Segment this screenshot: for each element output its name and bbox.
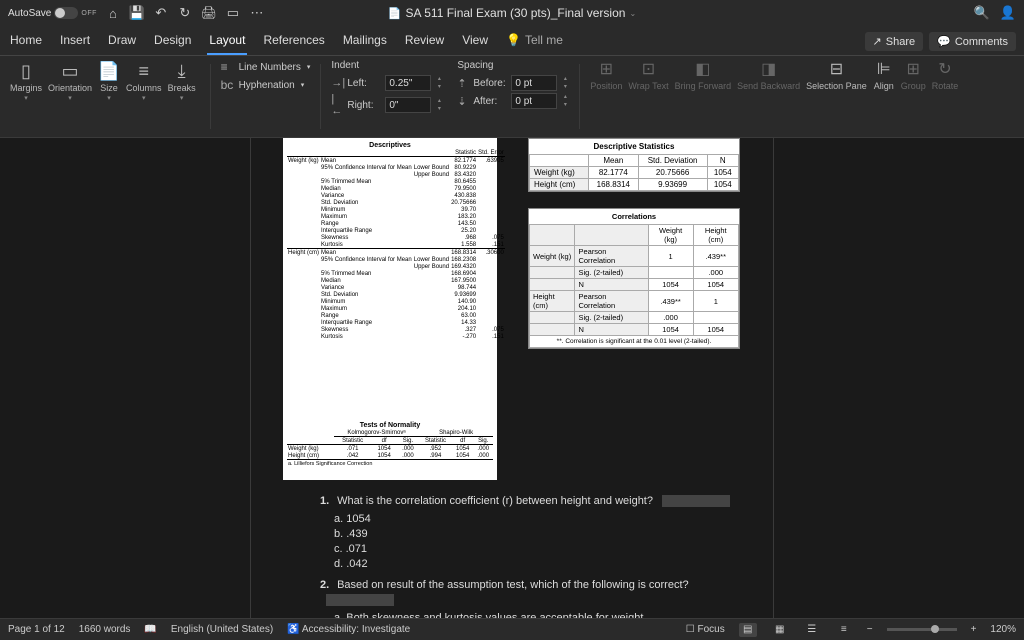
focus-mode[interactable]: ☐ Focus <box>686 624 725 635</box>
margins-icon: ▯ <box>15 60 37 82</box>
group-icon: ⊞ <box>902 58 924 80</box>
line-numbers-button[interactable]: ≡Line Numbers▾ <box>221 60 311 74</box>
ribbon: ▯Margins▾ ▭Orientation▾ 📄Size▾ ≡Columns▾… <box>0 56 1024 138</box>
tab-references[interactable]: References <box>261 27 326 55</box>
spacing-after-icon: ⇣ <box>457 95 469 108</box>
tell-me[interactable]: 💡Tell me <box>504 27 565 55</box>
spacing-before-icon: ⇡ <box>457 77 469 90</box>
rotate-icon: ↻ <box>934 58 956 80</box>
tab-draw[interactable]: Draw <box>106 27 138 55</box>
account-icon[interactable]: 👤 <box>1000 5 1016 21</box>
indent-right-input[interactable]: 0" <box>385 97 431 113</box>
document-canvas[interactable]: Descriptives StatisticStd. ErrorWeight (… <box>0 138 1024 618</box>
more-icon[interactable]: ⋯ <box>249 5 265 21</box>
template-icon[interactable]: ▭ <box>225 5 241 21</box>
selection-pane-button[interactable]: ⊟Selection Pane <box>806 58 867 135</box>
indent-left-stepper[interactable]: ▴▾ <box>435 75 443 91</box>
breaks-icon: ⤓ <box>171 60 193 82</box>
columns-button[interactable]: ≡Columns▾ <box>126 60 162 102</box>
print-layout-view[interactable]: ▤ <box>739 623 757 637</box>
margins-button[interactable]: ▯Margins▾ <box>10 60 42 102</box>
autosave-toggle[interactable]: AutoSave OFF <box>8 7 97 19</box>
selection-pane-icon: ⊟ <box>825 58 847 80</box>
descriptive-stats-table: Descriptive Statistics MeanStd. Deviatio… <box>528 138 740 192</box>
spacing-after-stepper[interactable]: ▴▾ <box>561 93 569 109</box>
position-button: ⊞Position <box>590 58 622 135</box>
tab-layout[interactable]: Layout <box>207 27 247 55</box>
bring-forward-button: ◧Bring Forward <box>675 58 732 135</box>
comments-button[interactable]: 💬Comments <box>929 32 1016 51</box>
size-button[interactable]: 📄Size▾ <box>98 60 120 102</box>
spellcheck-icon[interactable]: 📖 <box>144 624 156 635</box>
rotate-button: ↻Rotate <box>932 58 959 135</box>
spacing-after-input[interactable]: 0 pt <box>511 93 557 109</box>
comment-icon: 💬 <box>937 35 951 48</box>
redo-icon[interactable]: ↻ <box>177 5 193 21</box>
line-numbers-icon: ≡ <box>221 60 235 74</box>
print-icon[interactable]: 🖨 <box>201 5 217 21</box>
language-indicator[interactable]: English (United States) <box>171 624 273 635</box>
page-indicator[interactable]: Page 1 of 12 <box>8 624 65 635</box>
tab-view[interactable]: View <box>460 27 490 55</box>
undo-icon[interactable]: ↶ <box>153 5 169 21</box>
document-icon <box>388 6 402 20</box>
backward-icon: ◨ <box>758 58 780 80</box>
correlations-table: Correlations Weight (kg)Height (cm)Weigh… <box>528 208 740 349</box>
search-icon[interactable]: 🔍 <box>974 5 990 21</box>
orientation-button[interactable]: ▭Orientation▾ <box>48 60 92 102</box>
web-layout-view[interactable]: ▦ <box>771 623 789 637</box>
zoom-level[interactable]: 120% <box>990 624 1016 635</box>
tab-design[interactable]: Design <box>152 27 193 55</box>
align-icon: ⊫ <box>873 58 895 80</box>
tab-mailings[interactable]: Mailings <box>341 27 389 55</box>
share-button[interactable]: ↗Share <box>865 32 924 51</box>
hyphenation-button[interactable]: bcHyphenation▾ <box>221 78 311 92</box>
columns-icon: ≡ <box>133 60 155 82</box>
wrap-text-button: ⊡Wrap Text <box>628 58 668 135</box>
align-button[interactable]: ⊫Align <box>873 58 895 135</box>
zoom-in[interactable]: + <box>971 624 977 635</box>
group-button: ⊞Group <box>901 58 926 135</box>
hyphenation-icon: bc <box>221 78 235 92</box>
save-icon[interactable]: 💾 <box>129 5 145 21</box>
tab-insert[interactable]: Insert <box>58 27 92 55</box>
answer-box-2[interactable] <box>326 594 394 606</box>
word-count[interactable]: 1660 words <box>79 624 131 635</box>
size-icon: 📄 <box>98 60 120 82</box>
spacing-before-input[interactable]: 0 pt <box>511 75 557 91</box>
spacing-before-stepper[interactable]: ▴▾ <box>561 75 569 91</box>
tab-home[interactable]: Home <box>8 27 44 55</box>
outline-view[interactable]: ☰ <box>803 623 821 637</box>
tab-review[interactable]: Review <box>403 27 446 55</box>
send-backward-button: ◨Send Backward <box>737 58 800 135</box>
answer-box-1[interactable] <box>662 495 730 507</box>
title-bar: AutoSave OFF ⌂ 💾 ↶ ↻ 🖨 ▭ ⋯ SA 511 Final … <box>0 0 1024 26</box>
position-icon: ⊞ <box>595 58 617 80</box>
spacing-group: Spacing ⇡Before:0 pt▴▾ ⇣After:0 pt▴▾ <box>457 60 569 135</box>
wrap-icon: ⊡ <box>637 58 659 80</box>
indent-right-stepper[interactable]: ▴▾ <box>435 97 443 113</box>
draft-view[interactable]: ≡ <box>835 623 853 637</box>
question-2: 2. Based on result of the assumption tes… <box>320 578 760 618</box>
orientation-icon: ▭ <box>59 60 81 82</box>
lightbulb-icon: 💡 <box>506 33 521 47</box>
zoom-out[interactable]: − <box>867 624 873 635</box>
exam-questions: 1. What is the correlation coefficient (… <box>320 494 760 618</box>
indent-right-icon: |← <box>331 93 343 117</box>
accessibility-status[interactable]: ♿ Accessibility: Investigate <box>287 624 410 635</box>
zoom-slider[interactable] <box>887 628 957 631</box>
status-bar: Page 1 of 12 1660 words 📖 English (Unite… <box>0 618 1024 640</box>
normality-table: Tests of Normality Kolmogorov-SmirnovᵃSh… <box>283 416 497 478</box>
indent-left-input[interactable]: 0.25" <box>385 75 431 91</box>
question-1: 1. What is the correlation coefficient (… <box>320 494 760 572</box>
share-icon: ↗ <box>873 35 882 48</box>
indent-group: Indent →|Left:0.25"▴▾ |←Right:0"▴▾ <box>331 60 443 135</box>
breaks-button[interactable]: ⤓Breaks▾ <box>168 60 196 102</box>
document-title[interactable]: SA 511 Final Exam (30 pts)_Final version… <box>388 6 636 20</box>
indent-left-icon: →| <box>331 77 343 89</box>
ribbon-tabs: Home Insert Draw Design Layout Reference… <box>0 26 1024 56</box>
forward-icon: ◧ <box>692 58 714 80</box>
home-icon[interactable]: ⌂ <box>105 5 121 21</box>
